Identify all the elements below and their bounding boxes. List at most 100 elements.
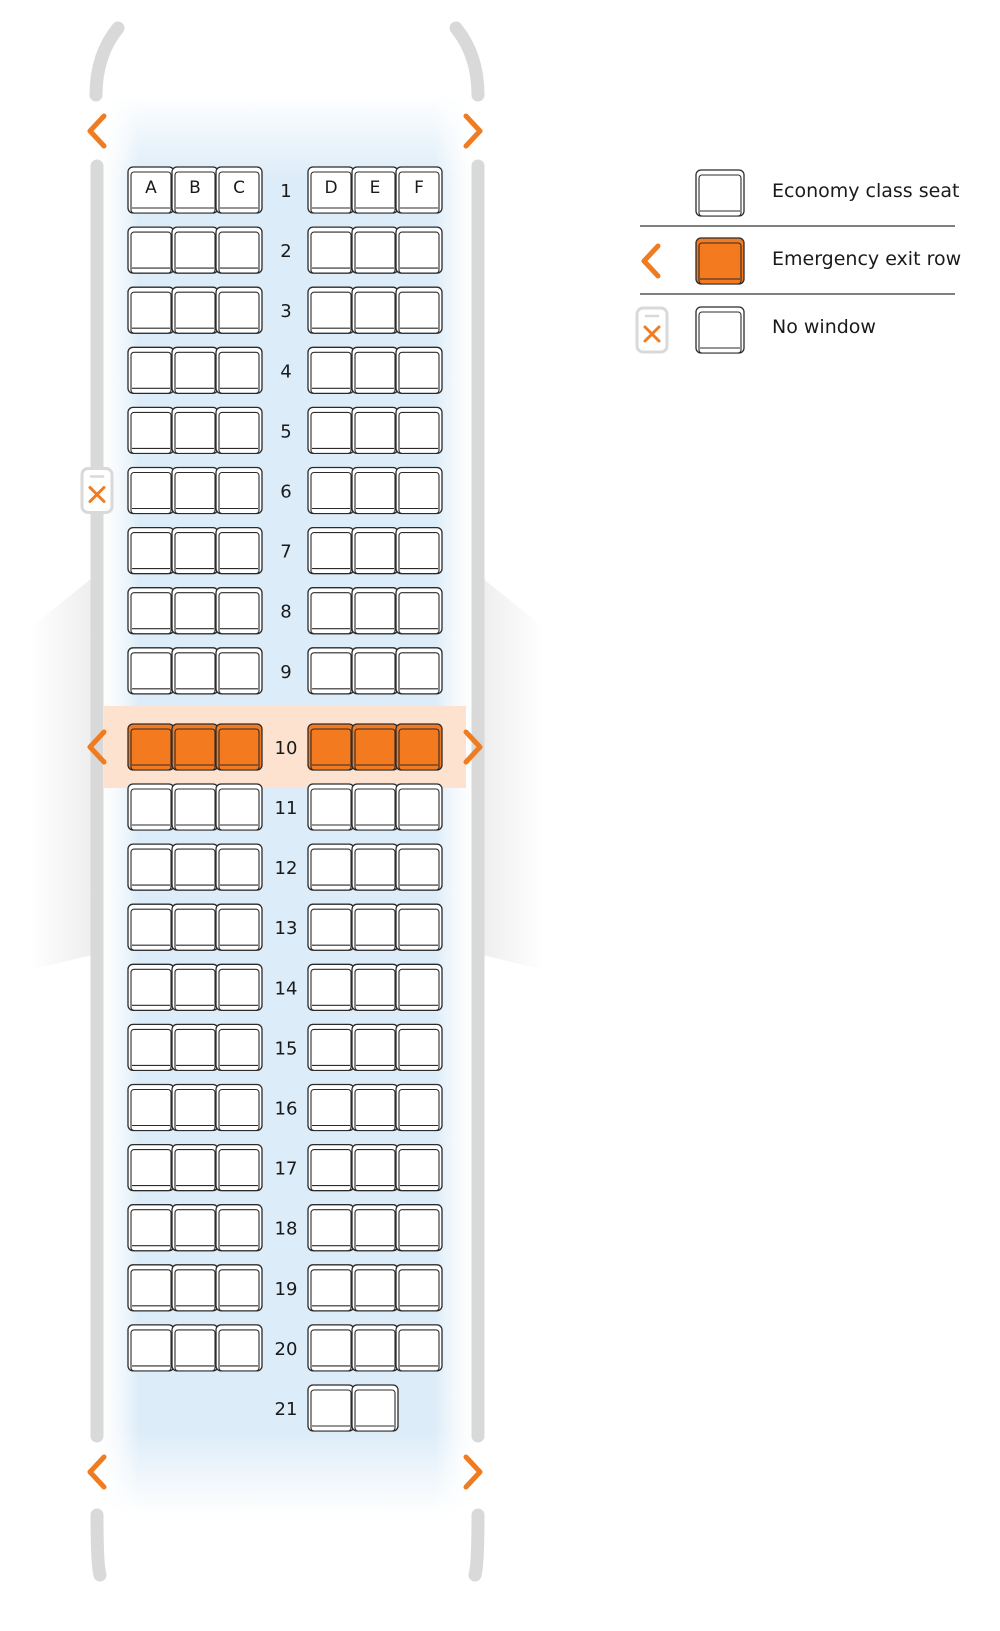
seat-17F[interactable] (395, 1143, 443, 1192)
seat-9A[interactable] (127, 647, 175, 695)
seat-17B[interactable] (171, 1143, 219, 1192)
seat-11C[interactable] (215, 783, 263, 831)
seat-13D[interactable] (307, 903, 355, 951)
seat-8B[interactable] (171, 587, 219, 635)
seat-15A[interactable] (127, 1023, 175, 1072)
seat-18F[interactable] (395, 1204, 443, 1252)
seat-14C[interactable] (215, 963, 263, 1011)
seat-6E[interactable] (351, 466, 399, 515)
seat-2E[interactable] (351, 226, 399, 274)
seat-10E[interactable] (351, 723, 399, 771)
seat-7C[interactable] (215, 526, 263, 575)
seat-8F[interactable] (395, 587, 443, 635)
seat-10D[interactable] (307, 723, 355, 771)
seat-3D[interactable] (307, 286, 355, 334)
seat-13E[interactable] (351, 903, 399, 951)
seat-12F[interactable] (395, 843, 443, 891)
seat-6F[interactable] (395, 466, 443, 515)
seat-16C[interactable] (215, 1083, 263, 1132)
seat-8A[interactable] (127, 587, 175, 635)
seat-8C[interactable] (215, 587, 263, 635)
seat-14A[interactable] (127, 963, 175, 1011)
seat-8D[interactable] (307, 587, 355, 635)
seat-6A[interactable] (127, 466, 175, 515)
seat-19E[interactable] (351, 1264, 399, 1312)
seat-2D[interactable] (307, 226, 355, 274)
seat-3C[interactable] (215, 286, 263, 334)
seat-12A[interactable] (127, 843, 175, 891)
seat-11B[interactable] (171, 783, 219, 831)
seat-5A[interactable] (127, 406, 175, 455)
seat-16A[interactable] (127, 1083, 175, 1132)
seat-15E[interactable] (351, 1023, 399, 1072)
seat-13A[interactable] (127, 903, 175, 951)
economy-seat-icon[interactable] (695, 169, 745, 217)
seat-4E[interactable] (351, 346, 399, 394)
seat-4F[interactable] (395, 346, 443, 394)
seat-18A[interactable] (127, 1204, 175, 1252)
seat-3E[interactable] (351, 286, 399, 334)
seat-17C[interactable] (215, 1143, 263, 1192)
seat-6D[interactable] (307, 466, 355, 515)
seat-17D[interactable] (307, 1143, 355, 1192)
seat-9B[interactable] (171, 647, 219, 695)
seat-5E[interactable] (351, 406, 399, 455)
seat-7D[interactable] (307, 526, 355, 575)
seat-15D[interactable] (307, 1023, 355, 1072)
seat-16E[interactable] (351, 1083, 399, 1132)
seat-11F[interactable] (395, 783, 443, 831)
seat-18E[interactable] (351, 1204, 399, 1252)
seat-21E[interactable] (351, 1384, 399, 1432)
seat-4C[interactable] (215, 346, 263, 394)
seat-13F[interactable] (395, 903, 443, 951)
seat-7A[interactable] (127, 526, 175, 575)
seat-7E[interactable] (351, 526, 399, 575)
seat-18D[interactable] (307, 1204, 355, 1252)
seat-5C[interactable] (215, 406, 263, 455)
seat-12E[interactable] (351, 843, 399, 891)
seat-1C[interactable]: C (215, 166, 263, 214)
seat-11A[interactable] (127, 783, 175, 831)
seat-19D[interactable] (307, 1264, 355, 1312)
seat-3F[interactable] (395, 286, 443, 334)
seat-10A[interactable] (127, 723, 175, 771)
seat-7B[interactable] (171, 526, 219, 575)
seat-12B[interactable] (171, 843, 219, 891)
seat-2C[interactable] (215, 226, 263, 274)
seat-10F[interactable] (395, 723, 443, 771)
seat-19C[interactable] (215, 1264, 263, 1312)
seat-5D[interactable] (307, 406, 355, 455)
seat-9F[interactable] (395, 647, 443, 695)
seat-20B[interactable] (171, 1324, 219, 1372)
seat-9C[interactable] (215, 647, 263, 695)
seat-9E[interactable] (351, 647, 399, 695)
seat-17E[interactable] (351, 1143, 399, 1192)
seat-10B[interactable] (171, 723, 219, 771)
seat-13B[interactable] (171, 903, 219, 951)
seat-16D[interactable] (307, 1083, 355, 1132)
seat-15B[interactable] (171, 1023, 219, 1072)
seat-17A[interactable] (127, 1143, 175, 1192)
seat-20D[interactable] (307, 1324, 355, 1372)
seat-2A[interactable] (127, 226, 175, 274)
seat-19A[interactable] (127, 1264, 175, 1312)
seat-3A[interactable] (127, 286, 175, 334)
seat-12D[interactable] (307, 843, 355, 891)
seat-11E[interactable] (351, 783, 399, 831)
seat-6B[interactable] (171, 466, 219, 515)
seat-8E[interactable] (351, 587, 399, 635)
seat-3B[interactable] (171, 286, 219, 334)
seat-1E[interactable]: E (351, 166, 399, 214)
seat-11D[interactable] (307, 783, 355, 831)
seat-12C[interactable] (215, 843, 263, 891)
seat-10C[interactable] (215, 723, 263, 771)
seat-20E[interactable] (351, 1324, 399, 1372)
seat-21D[interactable] (307, 1384, 355, 1432)
seat-5B[interactable] (171, 406, 219, 455)
seat-20F[interactable] (395, 1324, 443, 1372)
seat-18C[interactable] (215, 1204, 263, 1252)
seat-2B[interactable] (171, 226, 219, 274)
seat-7F[interactable] (395, 526, 443, 575)
seat-13C[interactable] (215, 903, 263, 951)
seat-16B[interactable] (171, 1083, 219, 1132)
